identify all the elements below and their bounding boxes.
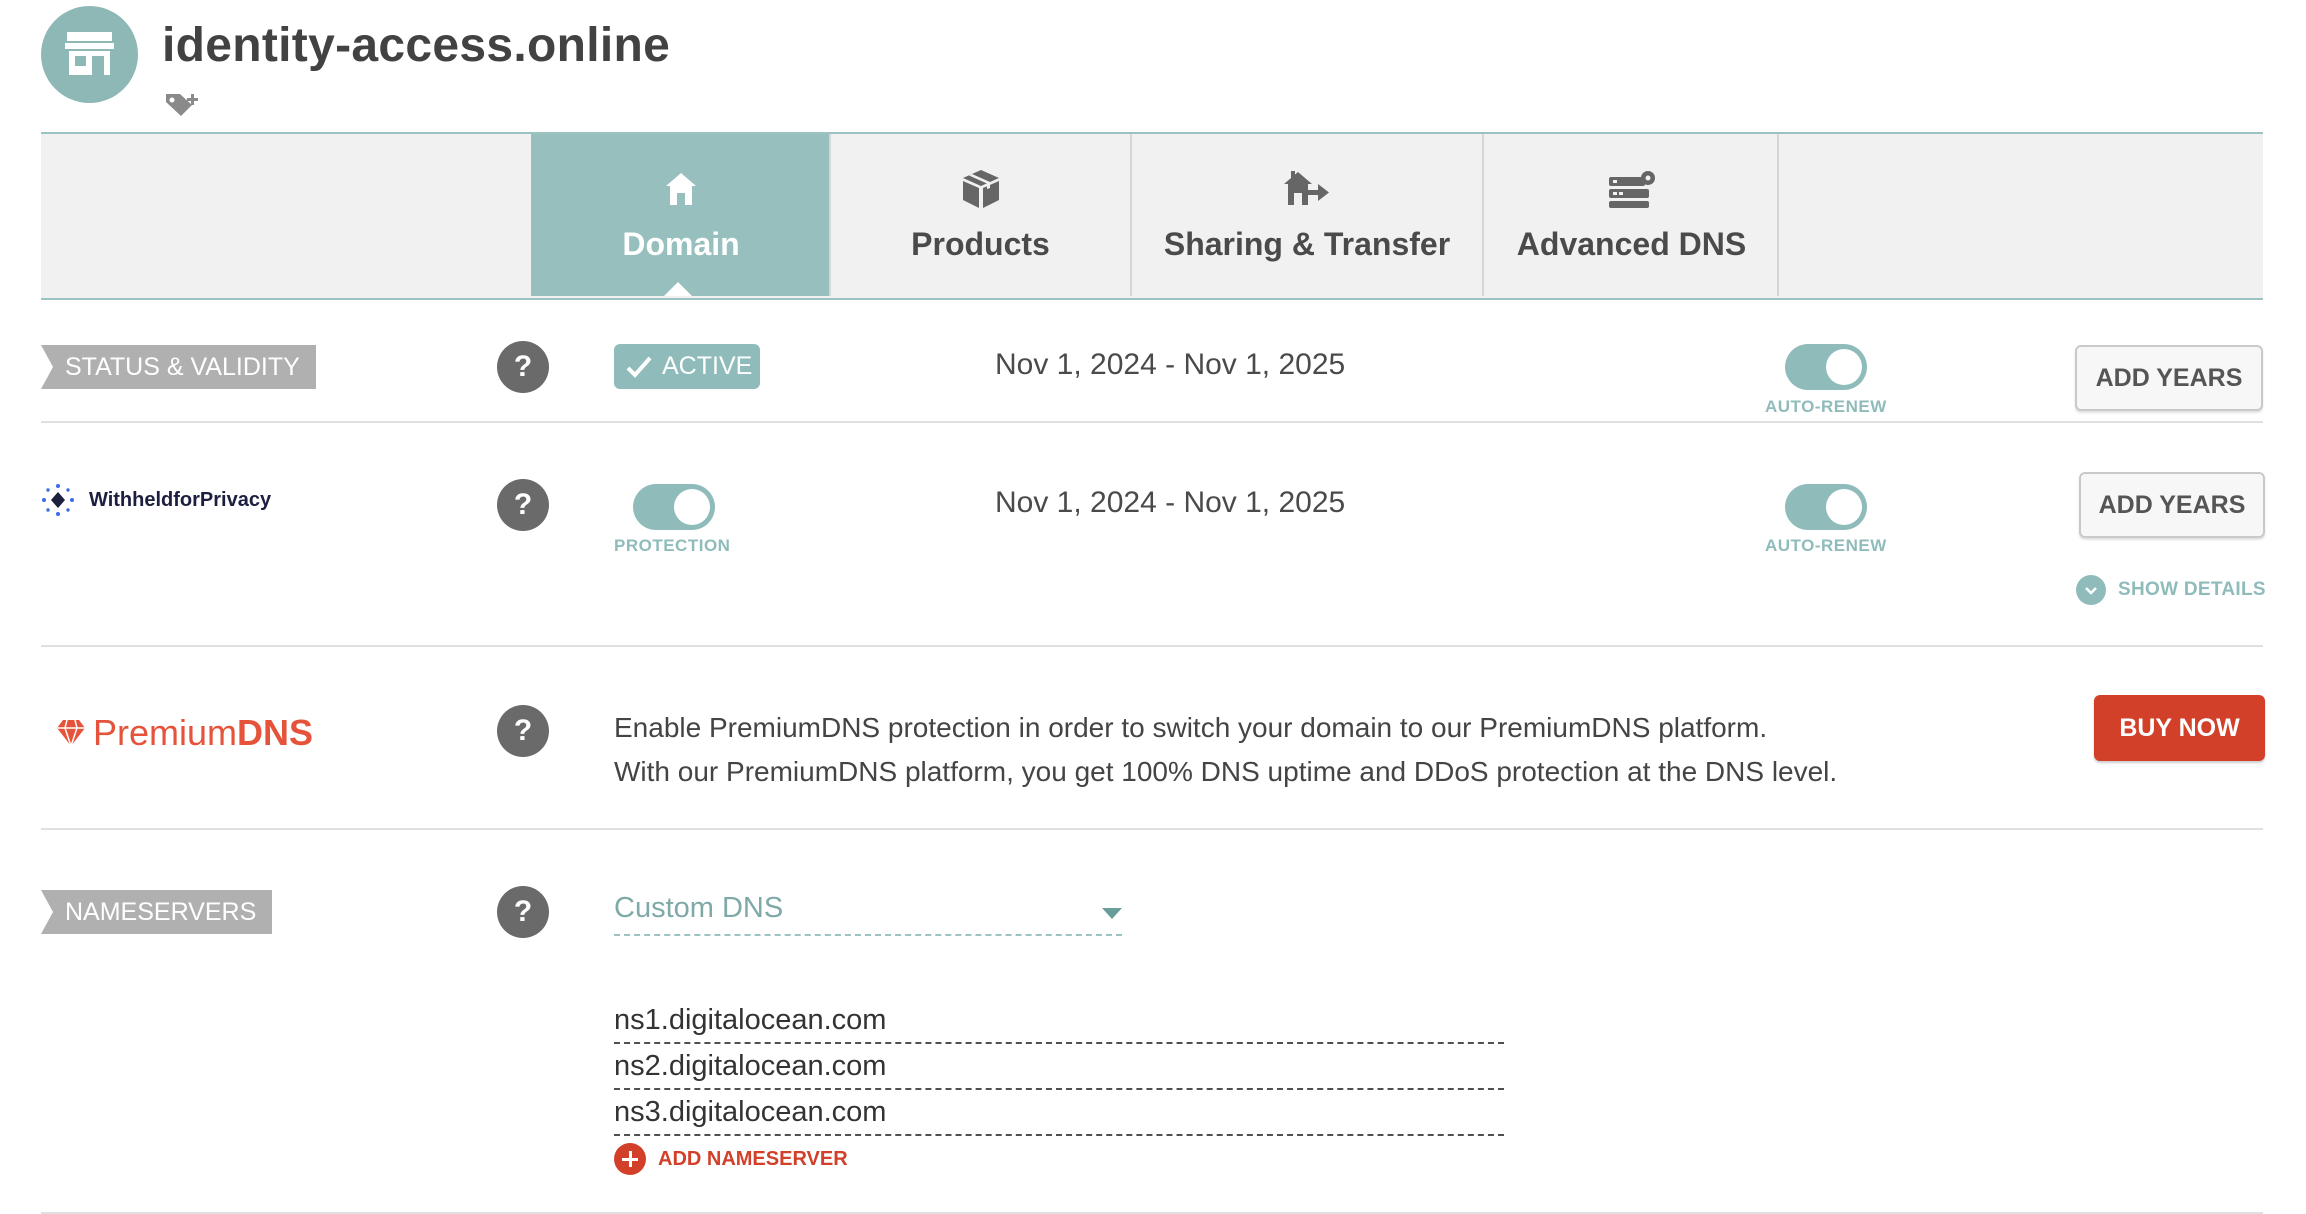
domain-autorenew-toggle[interactable] — [1785, 344, 1867, 390]
premiumdns-description-line1: Enable PremiumDNS protection in order to… — [614, 712, 1768, 743]
status-badge: ACTIVE — [614, 344, 760, 389]
premiumdns-logo-light: Premium — [93, 712, 238, 753]
show-details-label: SHOW DETAILS — [2118, 579, 2266, 600]
active-tab-caret — [664, 282, 692, 296]
premiumdns-logo: PremiumDNS — [55, 712, 313, 754]
storefront-icon — [65, 32, 114, 75]
chevron-down-icon — [2076, 575, 2106, 605]
add-nameserver-label: ADD NAMESERVER — [658, 1147, 848, 1170]
domain-autorenew-label: AUTO-RENEW — [1765, 397, 1887, 416]
dns-type-select[interactable]: Custom DNS — [614, 888, 1122, 936]
withheldforprivacy-logo-text: WithheldforPrivacy — [89, 488, 272, 511]
section-divider — [41, 828, 2263, 830]
plus-circle-icon — [614, 1143, 646, 1175]
privacy-add-years-button[interactable]: ADD YEARS — [2079, 472, 2265, 538]
status-help-button[interactable]: ? — [497, 341, 549, 393]
privacy-protection-toggle[interactable] — [633, 484, 715, 530]
status-validity-label: STATUS & VALIDITY — [41, 345, 316, 389]
check-icon — [626, 356, 652, 378]
diamond-icon — [57, 719, 85, 748]
add-nameserver-button[interactable]: ADD NAMESERVER — [614, 1142, 848, 1176]
nameserver-input[interactable]: ns1.digitalocean.com — [614, 998, 1504, 1044]
tab-advanced-dns[interactable]: Advanced DNS — [1482, 134, 1779, 296]
house-arrow-icon — [1284, 171, 1329, 205]
server-gear-icon — [1608, 171, 1655, 208]
tab-sharing-transfer-label: Sharing & Transfer — [1163, 226, 1451, 262]
premiumdns-logo-bold: DNS — [237, 712, 314, 753]
tab-sharing-transfer[interactable]: Sharing & Transfer — [1130, 134, 1482, 296]
privacy-date-range: Nov 1, 2024 - Nov 1, 2025 — [995, 486, 1346, 519]
home-icon — [666, 173, 696, 205]
withheldforprivacy-logo: WithheldforPrivacy — [41, 482, 271, 518]
privacy-protection-label: PROTECTION — [614, 536, 731, 555]
privacy-sparkle-icon — [42, 484, 74, 516]
section-divider — [41, 421, 2263, 423]
nameserver-input[interactable]: ns3.digitalocean.com — [614, 1090, 1504, 1136]
premiumdns-description: Enable PremiumDNS protection in order to… — [614, 706, 1837, 794]
tab-domain-label: Domain — [622, 226, 740, 262]
tab-products-label: Products — [911, 226, 1050, 262]
tab-domain[interactable]: Domain — [531, 134, 829, 296]
buy-now-button[interactable]: BUY NOW — [2094, 695, 2265, 761]
tab-products[interactable]: Products — [829, 134, 1130, 296]
tab-divider — [1777, 134, 1779, 296]
privacy-autorenew-label: AUTO-RENEW — [1765, 536, 1887, 555]
premiumdns-help-button[interactable]: ? — [497, 705, 549, 757]
nameservers-label: NAMESERVERS — [41, 890, 273, 934]
nameservers-help-button[interactable]: ? — [497, 886, 549, 938]
caret-down-icon — [1102, 908, 1122, 919]
box-icon — [962, 170, 999, 208]
registration-date-range: Nov 1, 2024 - Nov 1, 2025 — [995, 348, 1346, 381]
status-badge-label: ACTIVE — [662, 352, 753, 380]
privacy-help-button[interactable]: ? — [497, 479, 549, 531]
domain-avatar — [41, 6, 138, 103]
dns-type-value: Custom DNS — [614, 892, 784, 924]
tab-advanced-dns-label: Advanced DNS — [1516, 226, 1747, 262]
privacy-autorenew-toggle[interactable] — [1785, 484, 1867, 530]
show-details-link[interactable]: SHOW DETAILS — [2076, 574, 2266, 606]
nameserver-input[interactable]: ns2.digitalocean.com — [614, 1044, 1504, 1090]
premiumdns-description-line2: With our PremiumDNS platform, you get 10… — [614, 756, 1838, 787]
domain-add-years-button[interactable]: ADD YEARS — [2075, 345, 2263, 411]
section-divider — [41, 645, 2263, 647]
add-tag-icon[interactable] — [164, 90, 204, 123]
domain-title: identity-access.online — [162, 19, 671, 72]
